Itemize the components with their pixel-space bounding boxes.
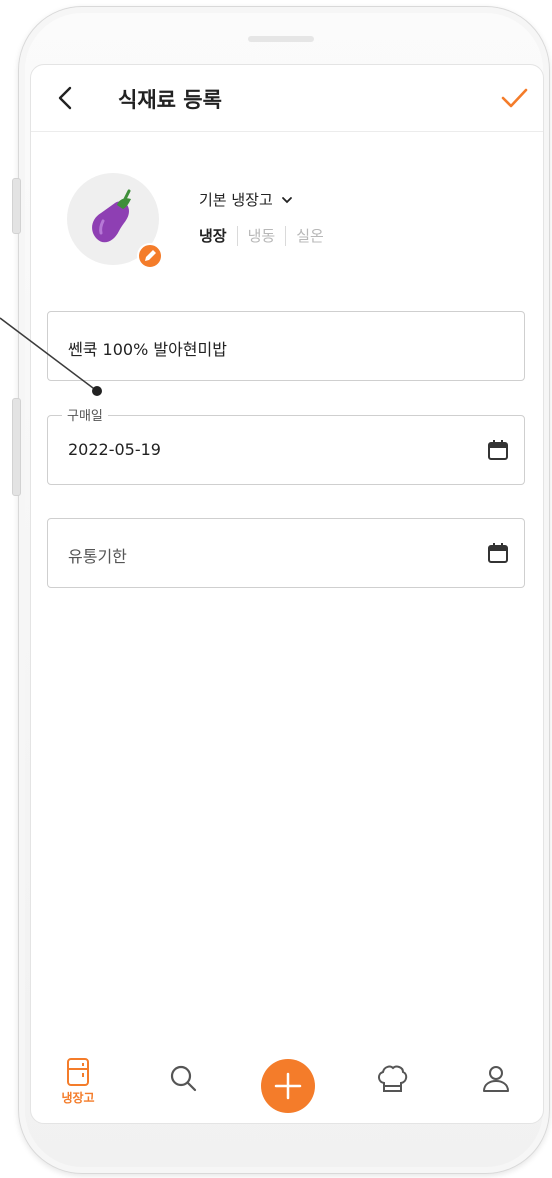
nav-search[interactable] [158, 1063, 208, 1113]
purchase-date-value: 2022-05-19 [68, 440, 161, 459]
calendar-icon[interactable] [486, 541, 510, 565]
expiry-date-placeholder: 유통기한 [68, 547, 127, 566]
nav-profile[interactable] [471, 1063, 521, 1113]
search-icon [170, 1065, 197, 1092]
chevron-left-icon[interactable] [51, 83, 81, 113]
nav-fridge-label: 냉장고 [61, 1091, 95, 1105]
speaker-grille [248, 36, 314, 42]
tab-room-temp[interactable]: 실온 [296, 225, 324, 246]
divider [236, 225, 238, 246]
page-title: 식재료 등록 [118, 88, 222, 112]
purchase-date-field[interactable]: 구매일 2022-05-19 [47, 405, 525, 485]
chevron-down-icon [281, 196, 292, 203]
chef-hat-icon [378, 1065, 408, 1092]
bottom-nav: 냉장고 [31, 1047, 543, 1123]
user-icon [483, 1066, 509, 1092]
add-icon [274, 1072, 302, 1100]
app-bar: 식재료 등록 [31, 65, 543, 132]
edit-image-button[interactable] [137, 243, 163, 269]
app-screen: 식재료 등록 기본 냉장고 냉장 냉동 실온 쎈쿡 100% 발아현미밥 구매일… [30, 64, 544, 1124]
tab-frozen[interactable]: 냉동 [248, 225, 276, 246]
name-field[interactable]: 쎈쿡 100% 발아현미밥 [47, 311, 525, 381]
divider [285, 225, 287, 246]
nav-recipes[interactable] [367, 1063, 417, 1113]
add-button[interactable] [261, 1059, 315, 1113]
nav-fridge[interactable]: 냉장고 [53, 1057, 103, 1107]
name-value: 쎈쿡 100% 발아현미밥 [68, 340, 227, 359]
calendar-icon[interactable] [486, 438, 510, 462]
fridge-select-label: 기본 냉장고 [199, 191, 273, 209]
storage-tabs: 냉장 냉동 실온 [199, 225, 324, 246]
volume-up-button [12, 178, 21, 234]
volume-down-button [12, 398, 21, 496]
check-icon[interactable] [499, 83, 529, 113]
expiry-date-field[interactable]: 유통기한 [47, 518, 525, 588]
pencil-icon [145, 250, 156, 261]
purchase-date-label: 구매일 [62, 405, 108, 424]
fridge-icon [67, 1058, 89, 1086]
fridge-select[interactable]: 기본 냉장고 [199, 189, 293, 210]
tab-refrigerated[interactable]: 냉장 [199, 225, 227, 246]
